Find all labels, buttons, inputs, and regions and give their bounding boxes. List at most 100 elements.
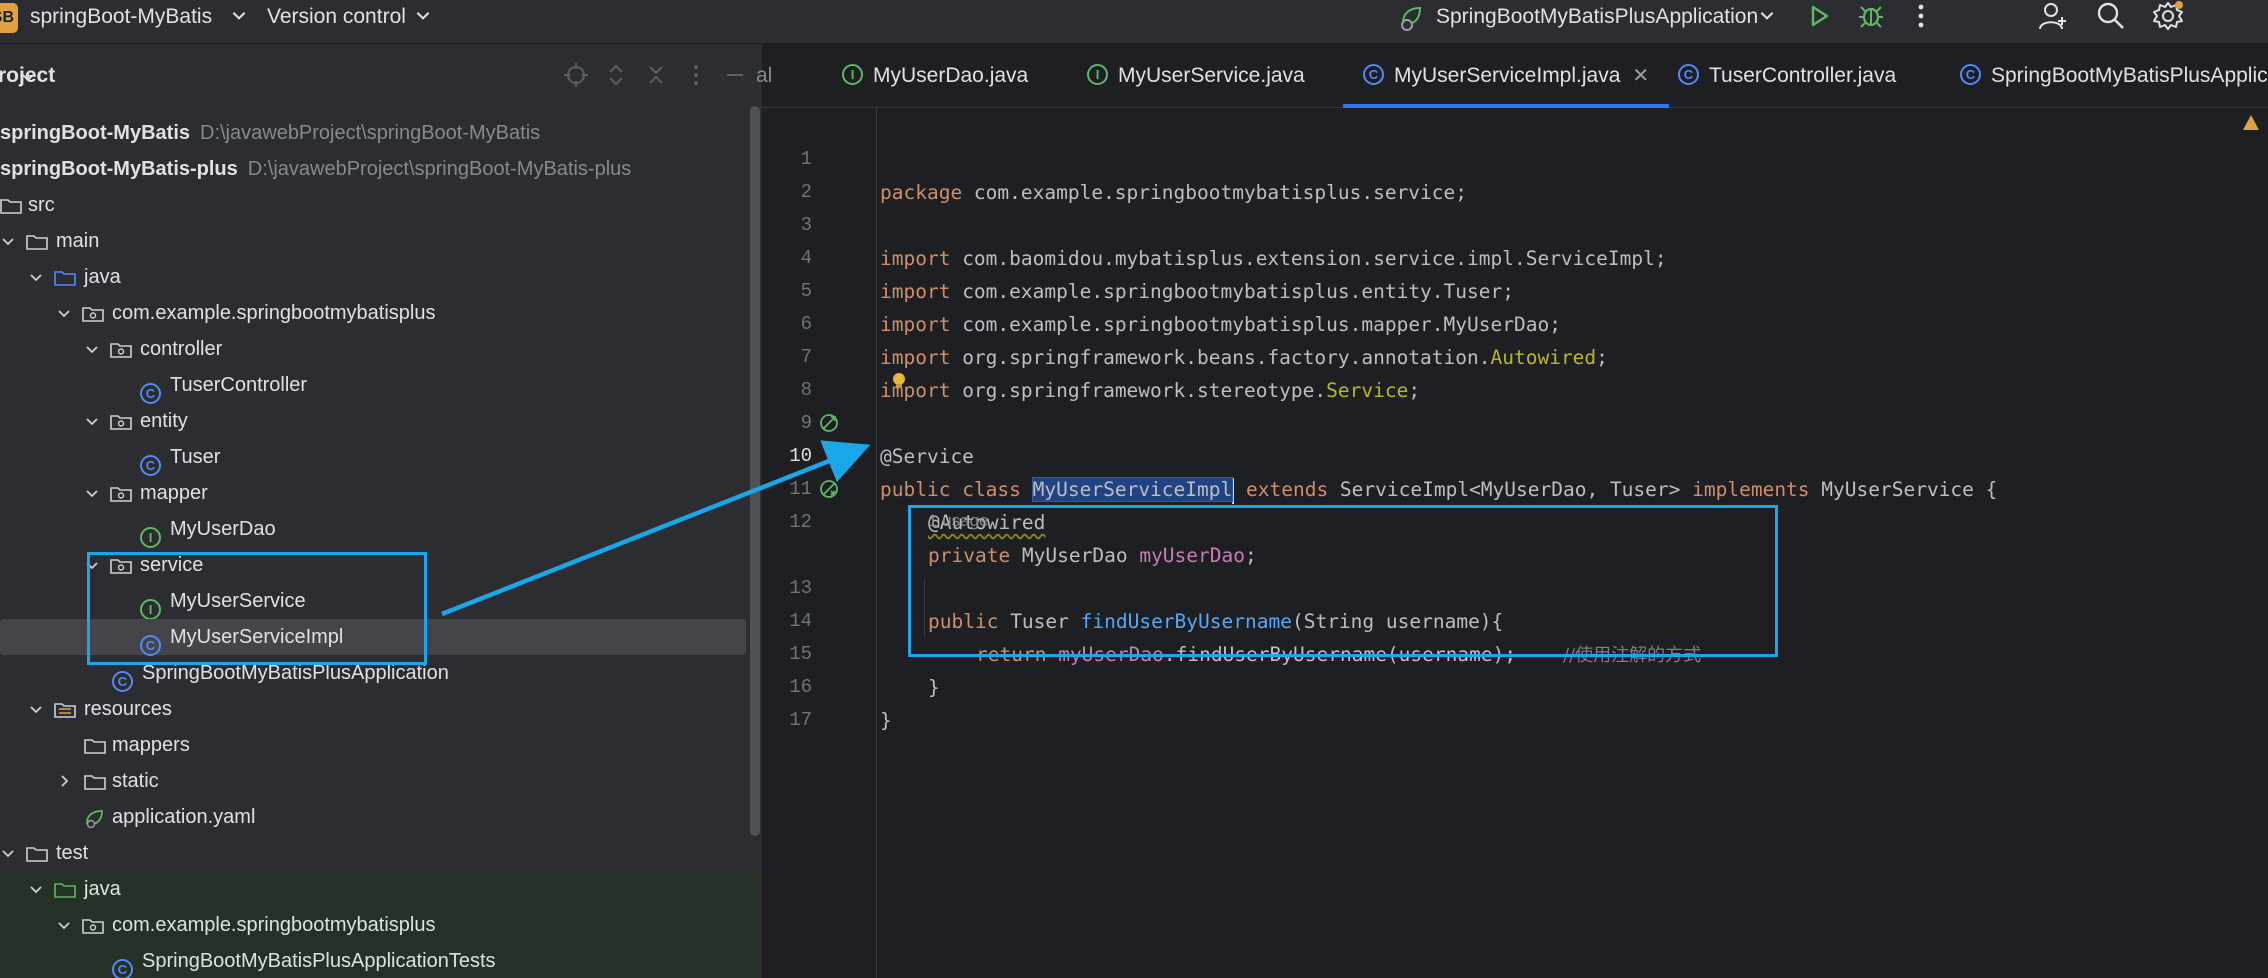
chevron-down-icon[interactable]	[84, 413, 100, 429]
folder-icon	[26, 847, 48, 862]
code-line[interactable]: 5 import com.example.springbootmybatispl…	[762, 242, 2268, 336]
version-control-dropdown[interactable]: Version control	[267, 4, 406, 30]
tree-item-module-springboot-mybatis-plus[interactable]: springBoot-MyBatis-plus D:\javawebProject…	[0, 151, 746, 187]
interface-icon: I	[842, 63, 863, 85]
debug-icon[interactable]	[1854, 0, 1888, 32]
project-tool-window: Project springBoot-MyBatisD:\javawebProj…	[0, 44, 762, 978]
chevron-down-icon[interactable]	[84, 485, 100, 501]
chevron-down-icon[interactable]	[84, 341, 100, 357]
test-folder-icon	[54, 883, 76, 898]
tree-item-mapper[interactable]: mapper	[0, 475, 746, 511]
code-line[interactable]: 7 import org.springframework.stereotype.…	[762, 308, 2268, 402]
tree-item-mappers[interactable]: mappers	[0, 727, 746, 763]
package-icon	[110, 415, 132, 430]
project-name-dropdown[interactable]: springBoot-MyBatis	[30, 4, 212, 30]
warning-icon[interactable]	[2242, 114, 2260, 132]
tree-item-src[interactable]: src	[0, 187, 746, 223]
hide-panel-icon[interactable]	[722, 62, 748, 88]
code-line[interactable]: 17	[762, 671, 2268, 731]
tab-tuser-controller[interactable]: C TuserController.java	[1678, 44, 1896, 108]
chevron-down-icon[interactable]	[56, 305, 72, 321]
search-icon[interactable]	[2094, 0, 2128, 32]
code-line[interactable]: 1 package com.example.springbootmybatisp…	[762, 110, 2268, 204]
code-line[interactable]: 6 import org.springframework.beans.facto…	[762, 275, 2268, 369]
tree-item-entity[interactable]: entity	[0, 403, 746, 439]
tree-item-test-java[interactable]: java	[0, 871, 746, 907]
folder-icon	[0, 199, 22, 214]
interface-icon: I	[140, 518, 162, 548]
implements-gutter-icon[interactable]	[818, 412, 840, 434]
tab-my-user-service-impl[interactable]: C MyUserServiceImpl.java ✕	[1342, 44, 1670, 108]
tree-item-tuser[interactable]: C Tuser	[0, 439, 746, 476]
chevron-down-icon[interactable]	[230, 6, 248, 24]
tree-item-my-user-dao[interactable]: I MyUserDao	[0, 511, 746, 548]
code-line-current[interactable]: 10 public class MyUserServiceImpl extend…	[762, 407, 2268, 504]
tab-my-user-dao[interactable]: I MyUserDao.java	[842, 44, 1028, 108]
class-icon: C	[140, 374, 162, 404]
locate-icon[interactable]	[563, 62, 589, 88]
line-number: 17	[789, 709, 812, 731]
project-scrollbar[interactable]	[750, 106, 760, 836]
code-line[interactable]: 8	[762, 341, 2268, 401]
settings-icon[interactable]	[2152, 0, 2186, 32]
chevron-down-icon[interactable]	[28, 701, 44, 717]
class-icon: C	[112, 950, 134, 978]
annotation-box-service-folder	[87, 552, 427, 665]
code-line[interactable]: 2	[762, 143, 2268, 203]
tree-item-tuser-controller[interactable]: C TuserController	[0, 367, 746, 404]
tree-item-static[interactable]: static	[0, 763, 746, 799]
tab-application[interactable]: C SpringBootMyBatisPlusApplic	[1960, 44, 2268, 108]
chevron-down-icon[interactable]	[28, 881, 44, 897]
chevron-right-icon[interactable]	[56, 773, 72, 789]
resources-folder-icon	[54, 703, 76, 718]
tab-overflow-fragment[interactable]: al	[756, 44, 772, 108]
chevron-down-icon[interactable]	[0, 845, 16, 861]
project-badge[interactable]: SB	[0, 3, 18, 33]
class-icon: C	[1960, 63, 1981, 85]
folder-icon	[84, 775, 106, 790]
close-icon[interactable]: ✕	[1632, 65, 1649, 87]
tree-item-application-yaml[interactable]: application.yaml	[0, 799, 746, 835]
lightbulb-icon[interactable]	[890, 371, 908, 389]
tree-item-package[interactable]: com.example.springbootmybatisplus	[0, 295, 746, 331]
code-line[interactable]: 11 @Autowired	[762, 440, 2268, 534]
package-icon	[82, 307, 104, 322]
more-icon[interactable]	[1904, 0, 1938, 32]
run-configuration-dropdown[interactable]: SpringBootMyBatisPlusApplication	[1436, 4, 1758, 30]
add-user-icon[interactable]	[2036, 0, 2070, 32]
code-line[interactable]: 9 @Service	[762, 374, 2268, 468]
chevron-down-icon[interactable]	[28, 269, 44, 285]
tree-item-application-tests[interactable]: C SpringBootMyBatisPlusApplicationTests	[0, 943, 746, 978]
collapse-all-icon[interactable]	[643, 62, 669, 88]
chevron-down-icon[interactable]	[0, 233, 16, 249]
source-folder-icon	[54, 271, 76, 286]
package-icon	[110, 343, 132, 358]
spring-boot-class-icon: C	[112, 662, 134, 692]
spring-boot-icon	[1401, 6, 1422, 31]
class-icon: C	[140, 446, 162, 476]
autowired-gutter-icon[interactable]	[818, 478, 840, 500]
chevron-down-icon[interactable]	[1758, 6, 1776, 24]
folder-icon	[84, 739, 106, 754]
package-icon	[82, 919, 104, 934]
class-icon: C	[1678, 63, 1699, 85]
code-line[interactable]: 12 private MyUserDao myUserDao;	[762, 473, 2268, 567]
tree-item-main[interactable]: main	[0, 223, 746, 259]
yaml-spring-icon	[86, 810, 103, 829]
line-number: 12	[789, 511, 812, 533]
chevron-down-icon[interactable]	[56, 917, 72, 933]
code-line[interactable]: 4 import com.example.springbootmybatispl…	[762, 209, 2268, 303]
run-icon[interactable]	[1802, 0, 1836, 32]
tree-item-test[interactable]: test	[0, 835, 746, 871]
chevron-down-icon[interactable]	[20, 69, 36, 85]
tree-item-test-package[interactable]: com.example.springbootmybatisplus	[0, 907, 746, 943]
options-icon[interactable]	[683, 62, 709, 88]
chevron-down-icon[interactable]	[414, 6, 432, 24]
tab-my-user-service[interactable]: I MyUserService.java	[1087, 44, 1305, 108]
code-line[interactable]: 3 import com.baomidou.mybatisplus.extens…	[762, 176, 2268, 270]
tree-item-resources[interactable]: resources	[0, 691, 746, 727]
tree-item-java[interactable]: java	[0, 259, 746, 295]
tree-item-controller[interactable]: controller	[0, 331, 746, 367]
expand-all-icon[interactable]	[603, 62, 629, 88]
tree-item-module-springboot-mybatis[interactable]: springBoot-MyBatis D:\javawebProject\spri…	[0, 115, 746, 151]
